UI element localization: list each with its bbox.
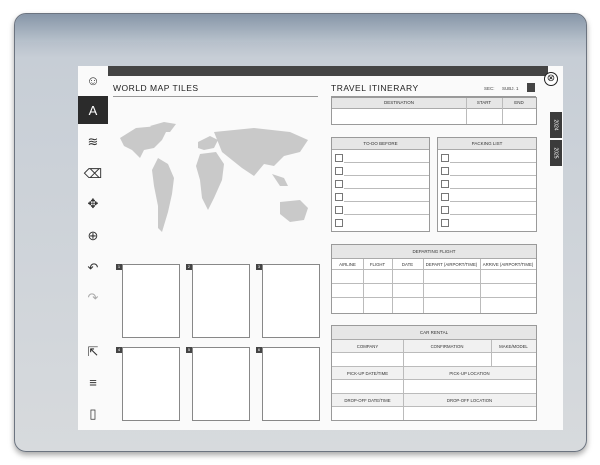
tile-number: 5 xyxy=(186,347,192,353)
tab-2024[interactable]: 2024 xyxy=(550,112,562,138)
packing-checkbox[interactable] xyxy=(441,219,449,227)
left-toolbar: ☺ A ≋ ⌫ ✥ ⊕ ↶ ↷ ⇱ ≡ ▯ xyxy=(78,66,108,430)
departing-flight-table: DEPARTING FLIGHT AIRLINE FLIGHT DATE DEP… xyxy=(331,244,537,314)
car-col-headers: COMPANY CONFIRMATION MAKE/MODEL xyxy=(332,340,536,352)
page-icon[interactable]: ▯ xyxy=(78,400,108,428)
map-tile-3[interactable]: 3 xyxy=(256,264,320,338)
pickup-date-label: PICK-UP DATE/TIME xyxy=(346,371,389,376)
row-line xyxy=(344,214,429,215)
undo-icon[interactable]: ↶ xyxy=(78,254,108,282)
car-rental-table: CAR RENTAL COMPANY CONFIRMATION MAKE/MOD… xyxy=(331,325,537,421)
zoom-icon[interactable]: ⊕ xyxy=(78,222,108,250)
world-map-title: WORLD MAP TILES xyxy=(113,83,199,93)
subject-toggle[interactable] xyxy=(527,83,535,92)
row-line xyxy=(344,175,429,176)
airline-col: AIRLINE xyxy=(339,262,356,267)
todo-checkbox[interactable] xyxy=(335,206,343,214)
divider xyxy=(363,259,364,313)
map-tile-5[interactable]: 5 xyxy=(186,347,250,421)
divider xyxy=(423,259,424,313)
start-col: START xyxy=(476,100,492,105)
tile-number: 1 xyxy=(116,264,122,270)
redo-icon[interactable]: ↷ xyxy=(78,284,108,312)
map-tile-2[interactable]: 2 xyxy=(186,264,250,338)
destination-col: DESTINATION xyxy=(384,100,414,105)
tab-2025[interactable]: 2025 xyxy=(550,140,562,166)
tile-number: 2 xyxy=(186,264,192,270)
row-line xyxy=(332,406,536,407)
todo-box: TO-DO BEFORE xyxy=(331,137,430,232)
row-line xyxy=(450,201,536,202)
move-icon[interactable]: ✥ xyxy=(78,190,108,218)
row-line xyxy=(344,201,429,202)
packing-checkbox[interactable] xyxy=(441,193,449,201)
sec-label: SEC: xyxy=(484,86,495,91)
todo-checkbox[interactable] xyxy=(335,154,343,162)
dropoff-location-label: DROP-OFF LOCATION xyxy=(446,398,493,403)
flight-title: DEPARTING FLIGHT xyxy=(332,245,536,259)
company-col: COMPANY xyxy=(356,344,379,349)
strokes-icon[interactable]: ≋ xyxy=(78,128,108,156)
packing-checkbox[interactable] xyxy=(441,206,449,214)
divider xyxy=(466,98,467,124)
top-bar xyxy=(108,66,548,76)
row-line xyxy=(450,175,536,176)
export-icon[interactable]: ⇱ xyxy=(78,338,108,366)
tile-number: 3 xyxy=(256,264,262,270)
tile-number: 4 xyxy=(116,347,122,353)
packing-checkbox[interactable] xyxy=(441,167,449,175)
row-line xyxy=(450,214,536,215)
side-tabs: 2024 2025 xyxy=(550,112,562,168)
todo-checkbox[interactable] xyxy=(335,193,343,201)
left-title-divider xyxy=(113,96,318,97)
packing-title: PACKING LIST xyxy=(438,138,536,150)
eraser-icon[interactable]: ⌫ xyxy=(78,160,108,188)
flight-col: FLIGHT xyxy=(369,262,386,267)
map-tile-6[interactable]: 6 xyxy=(256,347,320,421)
divider xyxy=(502,98,503,124)
pickup-header: PICK-UP DATE/TIME PICK-UP LOCATION xyxy=(332,367,536,379)
close-icon[interactable]: ⊗ xyxy=(544,72,558,86)
travel-itinerary-title: TRAVEL ITINERARY xyxy=(331,83,419,93)
tile-number: 6 xyxy=(256,347,262,353)
car-title: CAR RENTAL xyxy=(332,326,536,340)
divider xyxy=(403,340,404,420)
make-model-col: MAKE/MODEL xyxy=(499,344,528,349)
dropoff-header: DROP-OFF DATE/TIME DROP-OFF LOCATION xyxy=(332,394,536,406)
depart-col: DEPART (AIRPORT/TIME) xyxy=(425,262,478,267)
row-line xyxy=(450,188,536,189)
row-line xyxy=(450,162,536,163)
row-line xyxy=(344,188,429,189)
arrive-col: ARRIVE (AIRPORT/TIME) xyxy=(482,262,534,267)
date-col: DATE xyxy=(401,262,414,267)
row-line xyxy=(344,162,429,163)
end-col: END xyxy=(514,100,524,105)
tablet-top-edge xyxy=(15,14,586,42)
divider xyxy=(392,259,393,313)
row-line xyxy=(332,379,536,380)
divider xyxy=(491,340,492,366)
destination-header: DESTINATION START END xyxy=(332,98,536,109)
packing-checkbox[interactable] xyxy=(441,180,449,188)
dropoff-date-label: DROP-OFF DATE/TIME xyxy=(344,398,391,403)
divider xyxy=(480,259,481,313)
row-line xyxy=(332,352,536,353)
packing-checkbox[interactable] xyxy=(441,154,449,162)
pickup-location-label: PICK-UP LOCATION xyxy=(449,371,490,376)
todo-checkbox[interactable] xyxy=(335,219,343,227)
confirmation-col: CONFIRMATION xyxy=(430,344,464,349)
todo-checkbox[interactable] xyxy=(335,180,343,188)
user-icon[interactable]: ☺ xyxy=(78,66,108,94)
layers-icon[interactable]: ≡ xyxy=(78,368,108,396)
map-tile-1[interactable]: 1 xyxy=(116,264,180,338)
destination-table: DESTINATION START END xyxy=(331,97,537,125)
pen-icon[interactable]: A xyxy=(78,96,108,124)
todo-checkbox[interactable] xyxy=(335,167,343,175)
packing-box: PACKING LIST xyxy=(437,137,537,232)
map-tile-4[interactable]: 4 xyxy=(116,347,180,421)
todo-title: TO-DO BEFORE xyxy=(332,138,429,150)
world-map xyxy=(120,122,308,232)
subject-label: SUBJ. 1 xyxy=(502,86,519,91)
